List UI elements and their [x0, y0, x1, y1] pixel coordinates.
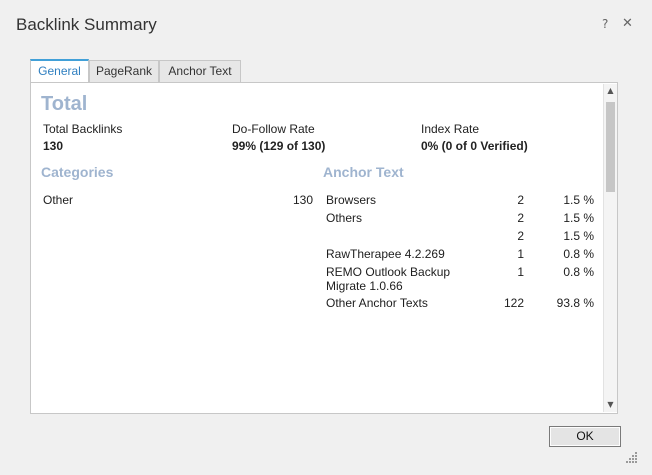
- anchor-count: 122: [503, 296, 524, 310]
- categories-heading: Categories: [41, 164, 114, 180]
- anchor-count: 1: [517, 265, 524, 279]
- vertical-scrollbar[interactable]: ▲ ▼: [603, 84, 617, 412]
- anchor-name: Other Anchor Texts: [326, 296, 428, 310]
- anchor-count: 2: [517, 193, 524, 207]
- scroll-up-icon[interactable]: ▲: [604, 84, 617, 98]
- anchor-text-heading: Anchor Text: [323, 164, 404, 180]
- anchor-name: Browsers: [326, 193, 377, 207]
- total-backlinks-value: 130: [43, 139, 64, 153]
- anchor-percent: 93.8 %: [556, 296, 594, 310]
- category-name: Other: [43, 193, 74, 207]
- summary-content: Total Total Backlinks 130 Do-Follow Rate…: [32, 84, 602, 412]
- backlink-summary-dialog: Backlink Summary ? ✕ General PageRank An…: [0, 0, 652, 475]
- anchor-name: REMO Outlook Backup Migrate 1.0.66: [326, 265, 451, 293]
- tab-general[interactable]: General: [30, 59, 89, 82]
- anchor-percent: 1.5 %: [563, 211, 594, 225]
- resize-grip-icon[interactable]: [626, 452, 638, 464]
- anchor-count: 1: [517, 247, 524, 261]
- do-follow-rate-value: 99% (129 of 130): [232, 139, 326, 153]
- index-rate-label: Index Rate: [421, 122, 480, 136]
- category-count: 130: [292, 193, 313, 207]
- general-panel: Total Total Backlinks 130 Do-Follow Rate…: [30, 82, 618, 414]
- scroll-thumb[interactable]: [606, 102, 615, 192]
- tab-pagerank[interactable]: PageRank: [89, 60, 159, 82]
- window-title: Backlink Summary: [16, 15, 157, 34]
- title-bar: Backlink Summary ? ✕: [0, 0, 652, 50]
- anchor-percent: 0.8 %: [563, 247, 594, 261]
- tab-anchor-text[interactable]: Anchor Text: [159, 60, 241, 82]
- total-heading: Total: [41, 93, 88, 115]
- anchor-count: 2: [517, 211, 524, 225]
- total-backlinks-label: Total Backlinks: [43, 122, 123, 136]
- help-icon[interactable]: ?: [602, 17, 608, 31]
- anchor-name: RawTherapee 4.2.269: [326, 247, 445, 261]
- scroll-down-icon[interactable]: ▼: [604, 398, 617, 412]
- anchor-percent: 0.8 %: [563, 265, 594, 279]
- anchor-name: Others: [326, 211, 363, 225]
- index-rate-value: 0% (0 of 0 Verified): [421, 139, 528, 153]
- anchor-count: 2: [517, 229, 524, 243]
- anchor-percent: 1.5 %: [563, 229, 594, 243]
- anchor-percent: 1.5 %: [563, 193, 594, 207]
- close-icon[interactable]: ✕: [622, 16, 633, 31]
- do-follow-rate-label: Do-Follow Rate: [232, 122, 315, 136]
- ok-button[interactable]: OK: [549, 426, 621, 447]
